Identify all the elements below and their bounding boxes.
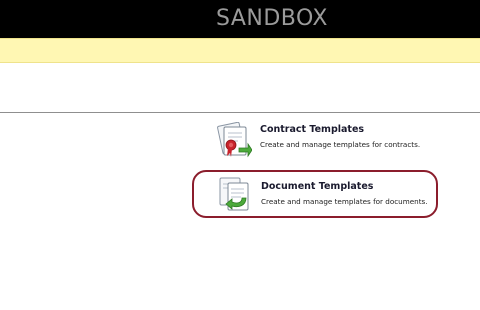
contract-certificate-icon — [214, 121, 253, 162]
document-templates-tile[interactable]: Document Templates Create and manage tem… — [192, 170, 438, 218]
section-divider — [0, 112, 480, 113]
contract-templates-tile[interactable]: Contract Templates Create and manage tem… — [192, 118, 438, 166]
document-template-icon — [216, 174, 254, 214]
page: SANDBOX Contract Templates Create and ma… — [0, 0, 480, 310]
tile-description: Create and manage templates for contract… — [260, 140, 421, 149]
tile-title: Document Templates — [261, 181, 374, 192]
app-title: SANDBOX — [215, 6, 328, 31]
notice-bar — [0, 38, 480, 63]
header-bar: SANDBOX — [0, 0, 480, 38]
tile-title: Contract Templates — [260, 124, 365, 135]
tile-description: Create and manage templates for document… — [261, 197, 428, 206]
